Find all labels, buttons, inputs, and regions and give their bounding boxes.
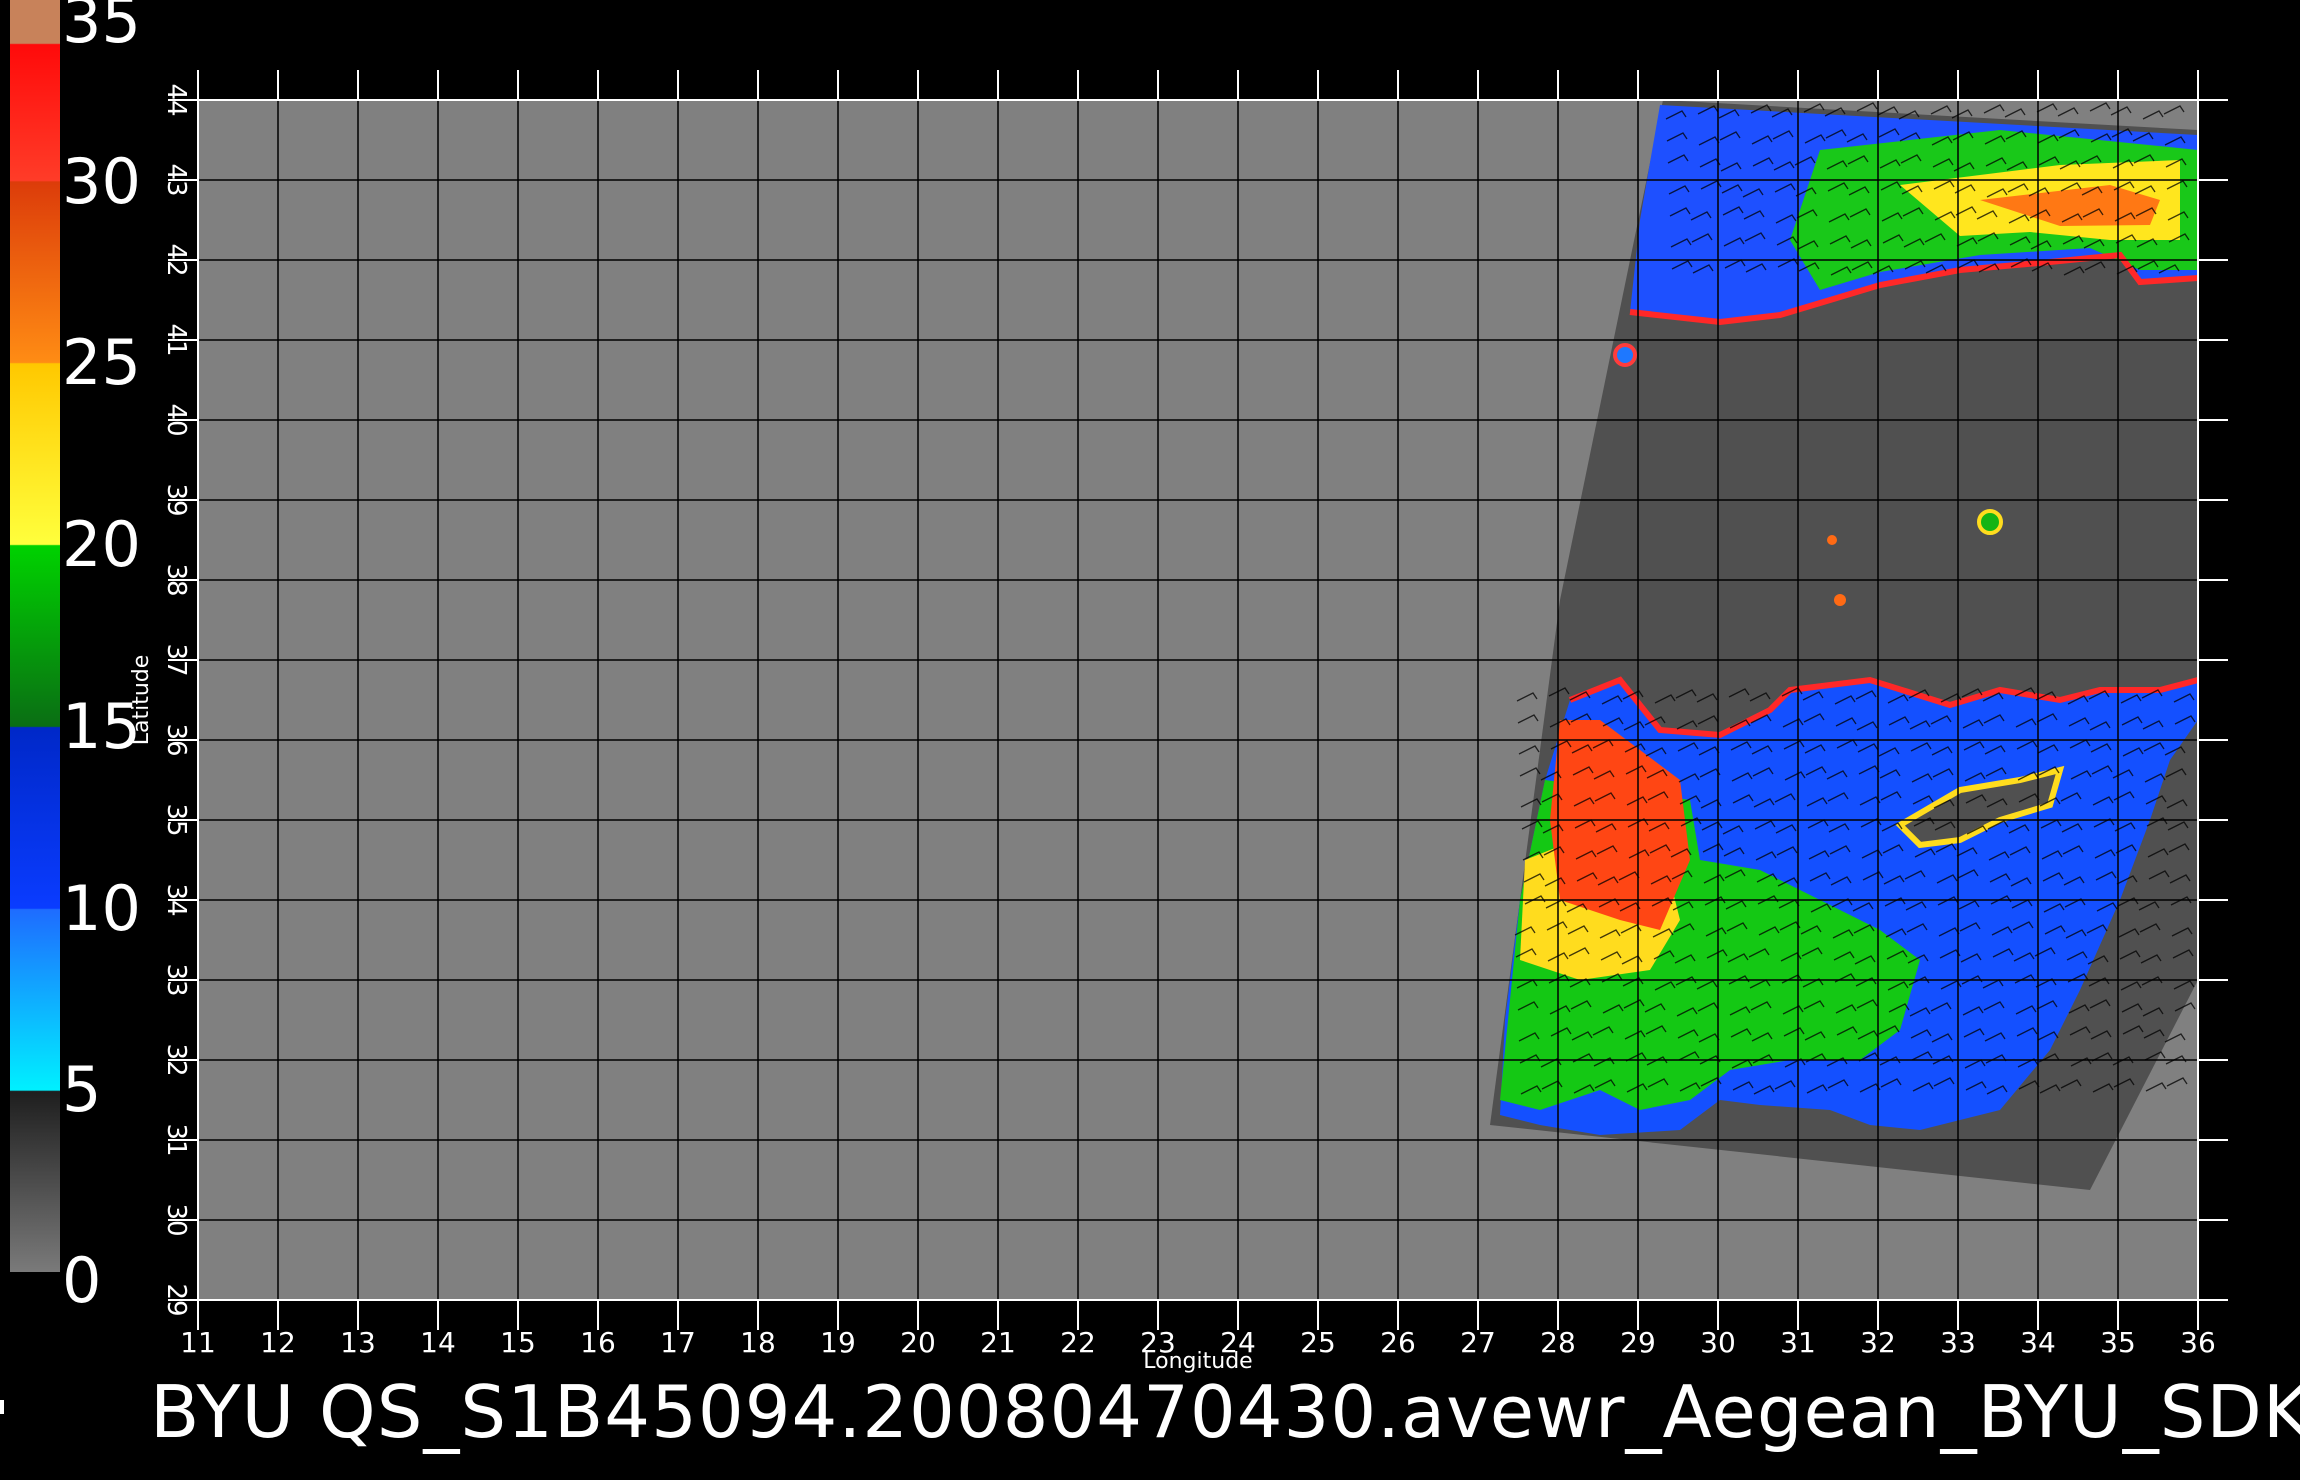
lon-tick-label: 22 <box>1060 1326 1096 1359</box>
figure-title: BYU QS_S1B45094.20080470430.avewr_Aegean… <box>150 1370 2300 1454</box>
lon-tick-label: 17 <box>660 1326 696 1359</box>
lon-tick-label: 14 <box>420 1326 456 1359</box>
lat-tick-label: 33 <box>161 963 191 996</box>
edge-mark <box>0 1400 4 1414</box>
lon-tick-label: 21 <box>980 1326 1016 1359</box>
lon-tick-label: 31 <box>1780 1326 1816 1359</box>
lat-tick-label: 38 <box>161 563 191 596</box>
lat-tick-label: 40 <box>161 403 191 436</box>
lon-tick-label: 18 <box>740 1326 776 1359</box>
lon-tick-label: 30 <box>1700 1326 1736 1359</box>
lon-tick-label: 32 <box>1860 1326 1896 1359</box>
lon-tick-label: 29 <box>1620 1326 1656 1359</box>
lat-tick-label: 39 <box>161 483 191 516</box>
latitude-tick-labels: 29 30 31 32 33 34 35 36 37 38 39 40 41 42 43 44 <box>161 83 191 1316</box>
lon-tick-label: 25 <box>1300 1326 1336 1359</box>
lake-spot <box>1977 509 2003 535</box>
lat-tick-label: 41 <box>161 323 191 356</box>
lon-tick-label: 26 <box>1380 1326 1416 1359</box>
lon-tick-label: 13 <box>340 1326 376 1359</box>
lon-tick-label: 15 <box>500 1326 536 1359</box>
lat-tick-label: 43 <box>161 163 191 196</box>
marmara-spot <box>1613 343 1637 367</box>
lon-tick-label: 12 <box>260 1326 296 1359</box>
lon-tick-label: 36 <box>2180 1326 2216 1359</box>
lon-tick-label: 27 <box>1460 1326 1496 1359</box>
lon-tick-label: 20 <box>900 1326 936 1359</box>
lon-tick-label: 19 <box>820 1326 856 1359</box>
lat-tick-label: 32 <box>161 1043 191 1076</box>
wind-map-figure: 35 30 25 20 15 10 5 0 11 12 13 14 15 16 … <box>0 0 2300 1480</box>
lat-tick-label: 35 <box>161 803 191 836</box>
lon-tick-label: 34 <box>2020 1326 2056 1359</box>
lon-tick-label: 16 <box>580 1326 616 1359</box>
small-spot-2 <box>1834 594 1846 606</box>
map-panel: 11 12 13 14 15 16 17 18 19 20 21 22 23 24 25 26 27 28 29 30… <box>129 70 2228 1374</box>
small-spot-1 <box>1827 535 1837 545</box>
lat-tick-label: 30 <box>161 1203 191 1236</box>
lon-tick-label: 11 <box>180 1326 216 1359</box>
latitude-axis-label: Latitude <box>129 655 154 746</box>
lon-tick-label: 28 <box>1540 1326 1576 1359</box>
lat-tick-label: 36 <box>161 723 191 756</box>
lat-tick-label: 44 <box>161 83 191 116</box>
lat-tick-label: 34 <box>161 883 191 916</box>
lat-tick-label: 37 <box>161 643 191 676</box>
lon-tick-label: 33 <box>1940 1326 1976 1359</box>
lon-tick-label: 35 <box>2100 1326 2136 1359</box>
lat-tick-label: 29 <box>161 1283 191 1316</box>
lat-tick-label: 31 <box>161 1123 191 1156</box>
lat-tick-label: 42 <box>161 243 191 276</box>
